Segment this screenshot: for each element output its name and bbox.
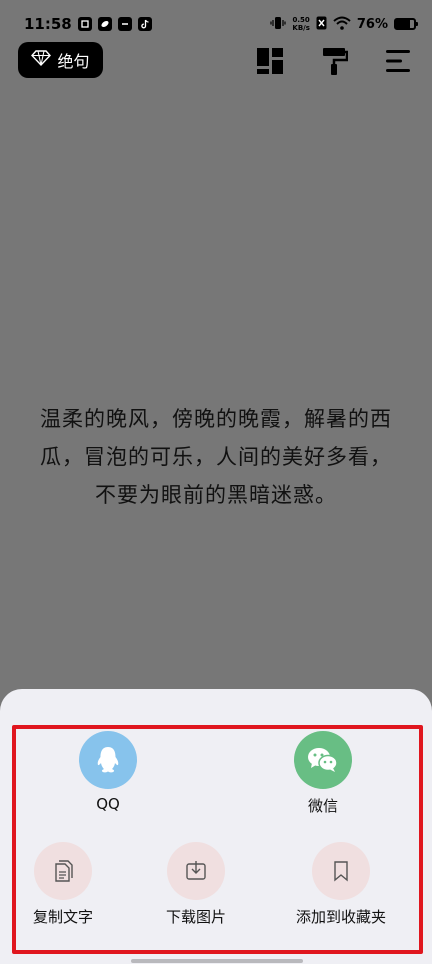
paint-roller-icon bbox=[323, 48, 348, 75]
copy-text-button[interactable]: 复制文字 bbox=[32, 842, 94, 927]
quote-text: 温柔的晚风，傍晚的晚霞，解暑的西瓜，冒泡的可乐，人间的美好多看，不要为眼前的黑暗… bbox=[40, 407, 392, 507]
copy-document-icon bbox=[34, 842, 92, 900]
add-favorite-label: 添加到收藏夹 bbox=[296, 908, 387, 926]
vibrate-icon bbox=[270, 15, 286, 34]
battery-icon bbox=[394, 18, 418, 30]
paint-roller-button[interactable] bbox=[319, 46, 349, 76]
share-sheet: QQ 微信 复制文字 下载图片 添加到收藏夹 bbox=[0, 689, 432, 964]
menu-button[interactable] bbox=[383, 46, 413, 76]
wechat-icon bbox=[294, 731, 352, 789]
notification-leaf-icon bbox=[97, 17, 112, 31]
download-image-label: 下载图片 bbox=[165, 908, 226, 926]
net-speed-unit: KB/s bbox=[292, 24, 310, 32]
notification-message-icon bbox=[117, 17, 132, 31]
share-wechat-label: 微信 bbox=[307, 797, 338, 815]
notification-app-icon bbox=[77, 17, 92, 31]
share-qq-button[interactable]: QQ bbox=[79, 731, 137, 813]
layout-grid-icon bbox=[257, 48, 283, 74]
net-speed: 0.50 KB/s bbox=[292, 16, 309, 32]
badge-label: 绝句 bbox=[57, 52, 90, 71]
top-app-bar: 绝句 bbox=[0, 42, 432, 80]
copy-text-label: 复制文字 bbox=[32, 908, 93, 926]
status-left: 11:58 bbox=[24, 15, 152, 33]
wifi-icon bbox=[333, 15, 351, 34]
home-indicator[interactable] bbox=[131, 959, 303, 963]
qq-icon bbox=[79, 731, 137, 789]
net-speed-value: 0.50 bbox=[292, 16, 310, 24]
status-bar: 11:58 0.50 KB/s 76% bbox=[0, 0, 432, 48]
add-favorite-button[interactable]: 添加到收藏夹 bbox=[296, 842, 386, 927]
sim-x-icon bbox=[316, 15, 327, 34]
download-icon bbox=[167, 842, 225, 900]
status-time: 11:58 bbox=[24, 15, 72, 33]
notification-tiktok-icon bbox=[137, 17, 152, 31]
download-image-button[interactable]: 下载图片 bbox=[165, 842, 227, 927]
bookmark-icon bbox=[312, 842, 370, 900]
share-qq-label: QQ bbox=[96, 795, 120, 813]
menu-icon bbox=[386, 50, 410, 72]
diamond-icon bbox=[31, 50, 52, 70]
share-wechat-button[interactable]: 微信 bbox=[294, 731, 352, 816]
battery-percent: 76% bbox=[356, 16, 388, 32]
status-right: 0.50 KB/s 76% bbox=[270, 15, 418, 34]
jueju-badge-button[interactable]: 绝句 bbox=[18, 42, 103, 78]
battery-fill bbox=[396, 20, 410, 28]
layout-grid-button[interactable] bbox=[255, 46, 285, 76]
